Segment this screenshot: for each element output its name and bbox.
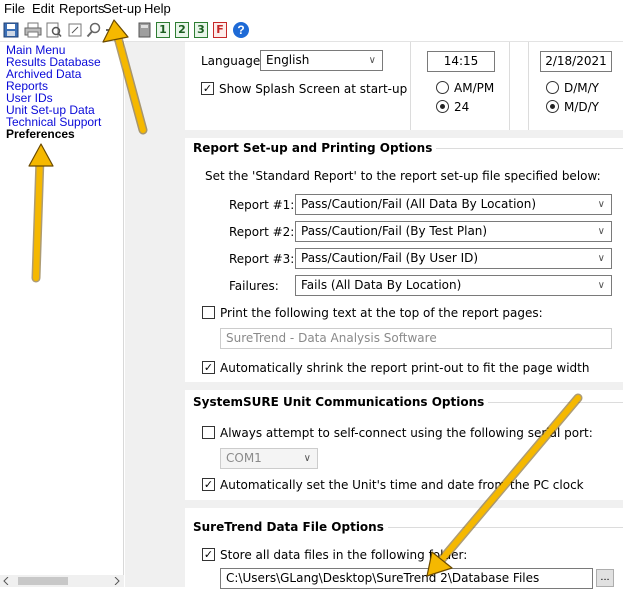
comms-section-title: SystemSURE Unit Communications Options xyxy=(193,395,489,409)
serial-port-value: COM1 xyxy=(226,451,262,465)
browse-folder-button[interactable]: ... xyxy=(596,569,614,587)
language-label: Language: xyxy=(201,54,265,68)
pc-clock-label: Automatically set the Unit's time and da… xyxy=(220,478,584,492)
splash-label: Show Splash Screen at start-up xyxy=(219,82,408,96)
report-2-select[interactable]: Pass/Caution/Fail (By Test Plan) ∨ xyxy=(295,221,612,242)
report-section-title: Report Set-up and Printing Options xyxy=(193,141,437,155)
toolbar: 1 2 3 F ? xyxy=(0,18,623,42)
store-folder-checkbox[interactable]: ✓ xyxy=(202,548,215,561)
print-preview-icon[interactable] xyxy=(46,22,62,38)
chevron-down-icon: ∨ xyxy=(597,280,605,291)
time-input[interactable]: 14:15 xyxy=(427,51,495,72)
time-format-24-label: 24 xyxy=(454,100,470,114)
report-1-icon[interactable]: 1 xyxy=(156,22,170,38)
report-3-label: Report #3: xyxy=(229,252,295,266)
splash-checkbox[interactable]: ✓ xyxy=(201,82,214,95)
failures-label: Failures: xyxy=(229,279,279,293)
report-setup-panel: Report Set-up and Printing Options Set t… xyxy=(185,138,623,382)
preferences-pane: Language: English ∨ ✓ Show Splash Screen… xyxy=(125,42,623,589)
sidebar: Main Menu Results Database Archived Data… xyxy=(0,42,124,587)
chevron-down-icon: ∨ xyxy=(368,55,376,66)
report-3-value: Pass/Caution/Fail (By User ID) xyxy=(301,251,479,265)
calculator-icon[interactable] xyxy=(138,22,151,38)
time-panel: 14:15 AM/PM 24 xyxy=(410,42,510,130)
self-connect-label: Always attempt to self-connect using the… xyxy=(220,426,593,440)
report-2-value: Pass/Caution/Fail (By Test Plan) xyxy=(301,224,488,238)
time-format-ampm-radio[interactable] xyxy=(436,81,449,94)
serial-port-select[interactable]: COM1 ∨ xyxy=(220,448,318,469)
search-icon[interactable] xyxy=(86,22,102,38)
print-icon[interactable] xyxy=(24,22,42,38)
data-file-options-panel: SureTrend Data File Options ✓ Store all … xyxy=(185,508,623,589)
print-text-checkbox[interactable] xyxy=(202,306,215,319)
time-format-ampm-label: AM/PM xyxy=(454,81,495,95)
fail-report-icon[interactable]: F xyxy=(213,22,227,38)
menu-reports[interactable]: Reports xyxy=(59,1,105,17)
data-folder-input[interactable]: C:\Users\GLang\Desktop\SureTrend 2\Datab… xyxy=(220,568,593,589)
report-2-label: Report #2: xyxy=(229,225,295,239)
menu-bar: File Edit Reports Set-up Help xyxy=(0,0,623,18)
self-connect-checkbox[interactable] xyxy=(202,426,215,439)
time-format-24-radio[interactable] xyxy=(436,100,449,113)
chevron-down-icon: ∨ xyxy=(597,199,605,210)
menu-file[interactable]: File xyxy=(4,1,25,17)
scroll-left-icon[interactable] xyxy=(3,577,9,585)
date-format-mdy-label: M/D/Y xyxy=(564,100,600,114)
sidebar-scrollbar[interactable] xyxy=(0,575,124,587)
date-format-dmy-label: D/M/Y xyxy=(564,81,600,95)
chevron-down-icon: ∨ xyxy=(597,253,605,264)
report-intro-text: Set the 'Standard Report' to the report … xyxy=(205,169,601,183)
datafile-section-title: SureTrend Data File Options xyxy=(193,520,388,534)
date-input[interactable]: 2/18/2021 xyxy=(540,51,612,72)
pc-clock-checkbox[interactable]: ✓ xyxy=(202,478,215,491)
report-1-label: Report #1: xyxy=(229,198,295,212)
connect-icon[interactable] xyxy=(104,22,118,38)
scrollbar-thumb[interactable] xyxy=(18,577,68,585)
chevron-down-icon: ∨ xyxy=(597,226,605,237)
language-value: English xyxy=(266,53,310,67)
store-folder-label: Store all data files in the following fo… xyxy=(220,548,468,562)
report-1-select[interactable]: Pass/Caution/Fail (All Data By Location)… xyxy=(295,194,612,215)
communications-panel: SystemSURE Unit Communications Options A… xyxy=(185,390,623,500)
failures-select[interactable]: Fails (All Data By Location) ∨ xyxy=(295,275,612,296)
report-3-icon[interactable]: 3 xyxy=(194,22,208,38)
print-text-input[interactable]: SureTrend - Data Analysis Software xyxy=(220,328,612,349)
report-1-value: Pass/Caution/Fail (All Data By Location) xyxy=(301,197,537,211)
scroll-right-icon[interactable] xyxy=(114,577,120,585)
date-format-mdy-radio[interactable] xyxy=(546,100,559,113)
report-2-icon[interactable]: 2 xyxy=(175,22,189,38)
shrink-checkbox[interactable]: ✓ xyxy=(202,361,215,374)
chevron-down-icon: ∨ xyxy=(303,453,311,464)
report-3-select[interactable]: Pass/Caution/Fail (By User ID) ∨ xyxy=(295,248,612,269)
date-panel: 2/18/2021 D/M/Y M/D/Y xyxy=(528,42,623,130)
menu-edit[interactable]: Edit xyxy=(32,1,54,17)
help-icon[interactable]: ? xyxy=(233,22,249,38)
save-icon[interactable] xyxy=(3,22,19,38)
zoom-icon[interactable] xyxy=(68,22,82,38)
failures-value: Fails (All Data By Location) xyxy=(301,278,462,292)
language-select[interactable]: English ∨ xyxy=(260,50,383,71)
menu-help[interactable]: Help xyxy=(144,1,171,17)
sidebar-item-preferences[interactable]: Preferences xyxy=(6,128,75,140)
date-format-dmy-radio[interactable] xyxy=(546,81,559,94)
print-text-label: Print the following text at the top of t… xyxy=(220,306,543,320)
shrink-label: Automatically shrink the report print-ou… xyxy=(220,361,590,375)
menu-setup[interactable]: Set-up xyxy=(103,1,141,17)
